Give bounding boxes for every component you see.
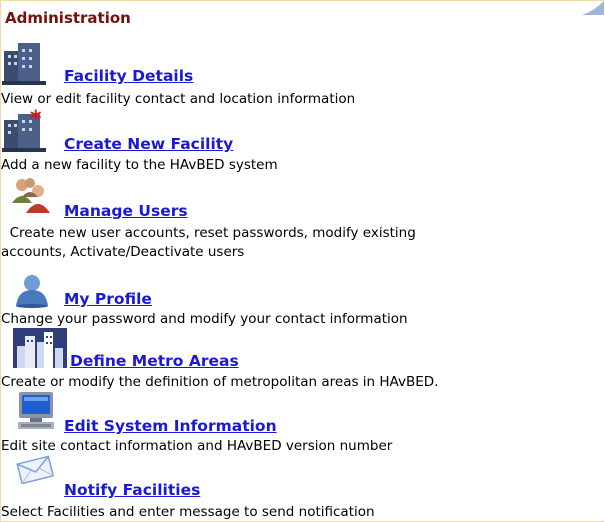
envelope-icon bbox=[16, 455, 54, 484]
manage-users-description-line2: accounts, Activate/Deactivate users bbox=[1, 244, 245, 260]
panel-corner-decoration bbox=[582, 1, 604, 15]
svg-text:*: * bbox=[30, 108, 42, 132]
manage-users-description-line1: Create new user accounts, reset password… bbox=[1, 225, 416, 241]
notify-facilities-link[interactable]: Notify Facilities bbox=[64, 481, 200, 499]
manage-users-link[interactable]: Manage Users bbox=[64, 202, 188, 220]
computer-icon bbox=[18, 392, 54, 429]
admin-item-edit-system-information: Edit System Information Edit site contac… bbox=[0, 388, 600, 454]
my-profile-description: Change your password and modify your con… bbox=[1, 311, 408, 327]
edit-system-information-link[interactable]: Edit System Information bbox=[64, 417, 277, 435]
notify-facilities-description: Select Facilities and enter message to s… bbox=[1, 504, 375, 520]
admin-item-notify-facilities: Notify Facilities Select Facilities and … bbox=[0, 446, 600, 520]
users-icon bbox=[12, 178, 50, 213]
facility-details-description: View or edit facility contact and locati… bbox=[1, 91, 356, 107]
my-profile-link[interactable]: My Profile bbox=[64, 290, 152, 308]
facility-details-link[interactable]: Facility Details bbox=[64, 67, 193, 85]
admin-item-manage-users: Manage Users Create new user accounts, r… bbox=[0, 174, 600, 264]
create-new-facility-link[interactable]: Create New Facility bbox=[64, 135, 233, 153]
admin-item-my-profile: My Profile Change your password and modi… bbox=[0, 264, 600, 330]
admin-item-create-new-facility: * Create New Facility Add a new facility… bbox=[0, 108, 600, 174]
new-building-icon: * bbox=[2, 108, 46, 152]
city-skyline-icon bbox=[13, 328, 67, 368]
section-title: Administration bbox=[5, 9, 131, 27]
create-new-facility-description: Add a new facility to the HAvBED system bbox=[1, 157, 278, 173]
admin-item-define-metro-areas: Define Metro Areas Create or modify the … bbox=[0, 328, 600, 394]
building-icon bbox=[2, 43, 46, 85]
admin-item-facility-details: Facility Details View or edit facility c… bbox=[0, 40, 600, 107]
user-icon bbox=[16, 275, 48, 308]
define-metro-areas-link[interactable]: Define Metro Areas bbox=[70, 352, 239, 370]
